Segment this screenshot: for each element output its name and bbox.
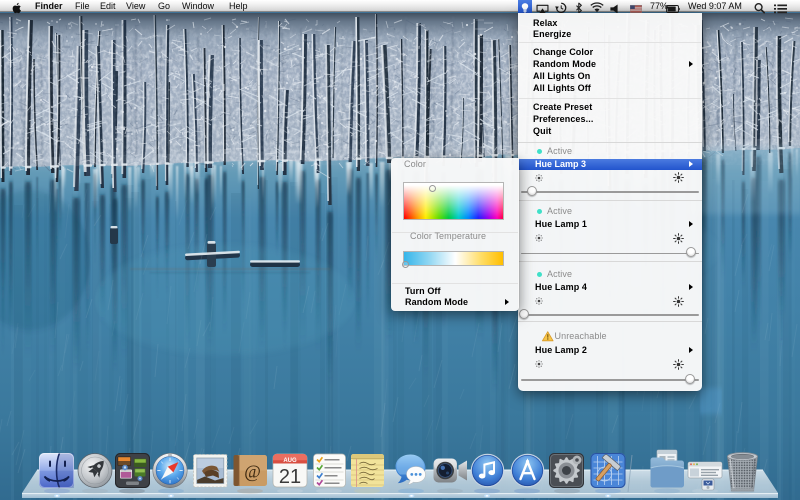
svg-text:AUG: AUG <box>283 458 297 464</box>
svg-text:21: 21 <box>279 466 301 488</box>
svg-text:@: @ <box>244 462 261 482</box>
